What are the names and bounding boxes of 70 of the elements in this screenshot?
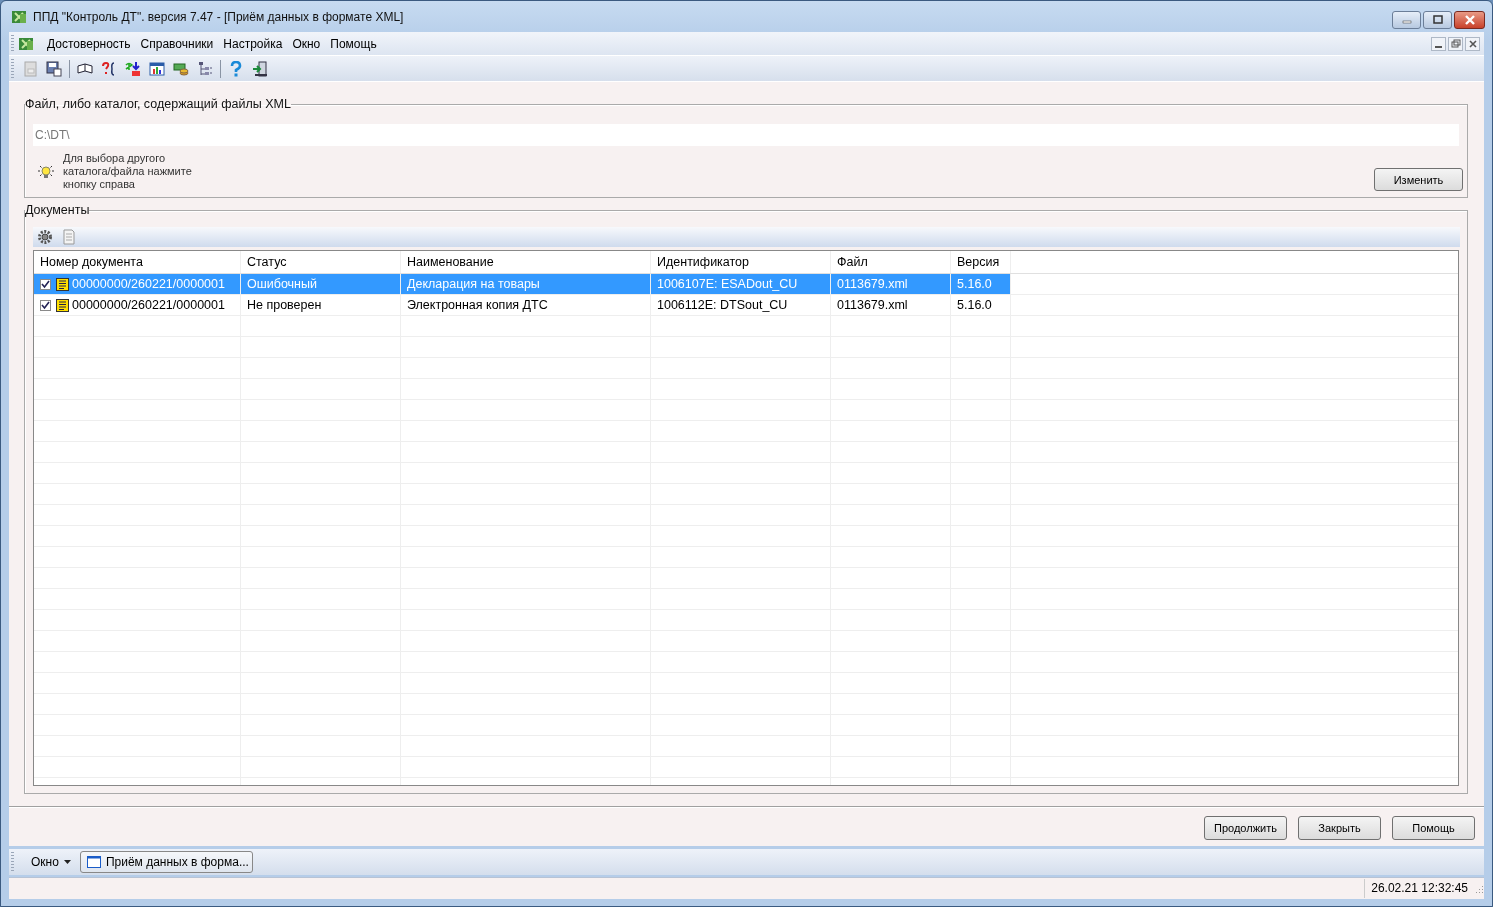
dialog-button[interactable]: Продолжить [1204, 816, 1287, 840]
hint-text: Для выбора другого каталога/файла нажмите кнопку справа [63, 152, 193, 191]
exit-door-icon [252, 60, 268, 77]
column-header[interactable]: Статус [241, 251, 401, 273]
table-cell: 0113679.xml [831, 295, 951, 315]
app-icon [11, 8, 27, 25]
lightbulb-icon [37, 163, 55, 180]
dropdown-caret-icon [63, 860, 71, 864]
chart-window-icon [149, 60, 165, 77]
table-cell: 5.16.0 [951, 295, 1011, 315]
close-button[interactable] [1454, 11, 1485, 29]
document-type-icon [56, 298, 69, 312]
table-cell: 1006112E: DTSout_CU [651, 295, 831, 315]
restore-icon [1450, 38, 1461, 49]
menu-item[interactable]: Достоверность [42, 36, 136, 51]
close-button[interactable] [1465, 36, 1480, 51]
table-cell: 1006107E: ESADout_CU [651, 274, 831, 294]
minimize-icon [1435, 45, 1442, 48]
maximize-icon [1431, 15, 1444, 25]
check-icon [41, 300, 50, 310]
restore-button[interactable] [1448, 36, 1463, 51]
maximize-button[interactable] [1423, 11, 1452, 29]
task-button[interactable]: Приём данных в форма... [79, 851, 253, 873]
app-icon[interactable] [18, 35, 34, 52]
column-header[interactable]: Файл [831, 251, 951, 273]
group-title: Документы [25, 203, 90, 217]
table-cell-text: 00000000/260221/0000001 [72, 297, 225, 314]
check-icon [41, 279, 50, 289]
table-cell: Не проверен [241, 295, 401, 315]
window-title: ППД "Контроль ДТ". версия 7.47 - [Приём данных в формате XML] [33, 9, 404, 24]
document-type-icon [56, 277, 69, 291]
tree-list-icon [197, 60, 213, 77]
checkbox[interactable] [40, 299, 51, 311]
dialog-button[interactable]: Закрыть [1298, 816, 1381, 840]
close-icon [1467, 38, 1478, 49]
group-title: Файл, либо каталог, содержащий файлы XML [25, 97, 291, 111]
book-icon [77, 60, 93, 77]
document-icon [22, 60, 38, 77]
status-datetime: 26.02.21 12:32:45 [1364, 879, 1474, 898]
table-row[interactable]: 00000000/260221/0000001 Не проверен Электронная копия ДТС 1006112E: DTSout_CU 0113679.xml 5.16.0 [34, 295, 1458, 316]
menu-item[interactable]: Помощь [325, 36, 382, 51]
path-field[interactable]: C:\DT\ [33, 124, 1459, 146]
column-header[interactable]: Наименование [401, 251, 651, 273]
table-cell: 0113679.xml [831, 274, 951, 294]
table-cell: Ошибочный [241, 274, 401, 294]
menu-item[interactable]: Справочники [135, 36, 219, 51]
table-cell: Декларация на товары [401, 274, 651, 294]
checkbox[interactable] [40, 278, 51, 290]
question-brace-icon [101, 60, 117, 77]
column-header[interactable]: Номер документа [34, 251, 241, 273]
menu-item[interactable]: Настройка [218, 36, 288, 51]
minimize-button[interactable] [1392, 11, 1421, 29]
table-cell: 5.16.0 [951, 274, 1011, 294]
window-menu[interactable]: Окно [23, 855, 75, 869]
document-icon [61, 229, 77, 245]
menu-item[interactable]: Окно [287, 36, 326, 51]
dialog-button[interactable]: Помощь [1392, 816, 1475, 840]
table-cell: Электронная копия ДТС [401, 295, 651, 315]
settings-icon [37, 229, 53, 245]
column-header[interactable]: Идентификатор [651, 251, 831, 273]
table-cell-text: 00000000/260221/0000001 [72, 276, 225, 293]
money-coins-icon [173, 60, 189, 77]
window-icon [86, 856, 101, 868]
minimize-button[interactable] [1431, 36, 1446, 51]
save-icon [46, 60, 62, 77]
column-header[interactable]: Версия [951, 251, 1011, 273]
resize-grip-icon [1474, 883, 1484, 894]
change-button[interactable]: Изменить [1374, 168, 1463, 191]
help-icon [228, 60, 244, 77]
close-icon [1462, 15, 1477, 25]
